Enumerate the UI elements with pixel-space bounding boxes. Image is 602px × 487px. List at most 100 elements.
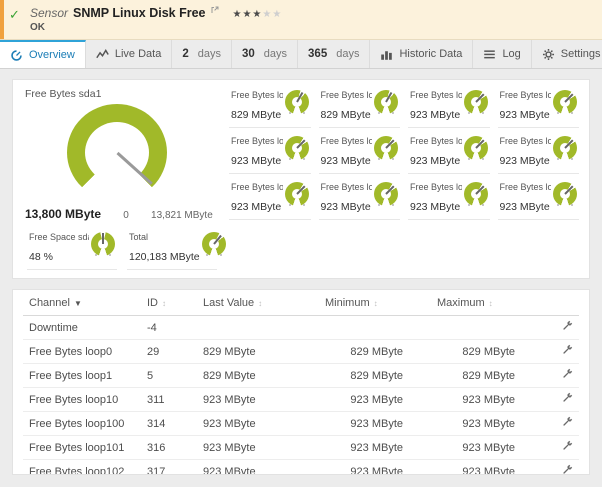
- channel-gauge-value: 923 MByte: [499, 201, 550, 213]
- channel-name: Free Bytes loop1: [23, 363, 141, 388]
- tab-historic-data[interactable]: Historic Data: [370, 40, 474, 68]
- last-value: 923 MByte: [197, 459, 319, 474]
- channel-name: Free Bytes loop0: [23, 339, 141, 364]
- column-header-channel[interactable]: Channel ▼: [23, 290, 141, 316]
- channel-gauge-dial: [463, 182, 488, 206]
- channel-settings-icon[interactable]: [561, 464, 573, 474]
- channel-table-panel: Channel ▼ ID ↕ Last Value ↕ Minimum ↕ Maximum ↕ D…: [12, 289, 590, 475]
- channel-gauge-value: 829 MByte: [320, 109, 371, 121]
- channel-gauge-dial: [374, 182, 398, 206]
- channel-gauges-grid: Free Bytes loop0829 MByteFree Bytes loop…: [229, 88, 579, 270]
- minimum-value: 923 MByte: [319, 387, 431, 412]
- channel-settings-icon[interactable]: [561, 368, 573, 380]
- channel-settings-icon[interactable]: [561, 392, 573, 404]
- column-header-label: Maximum: [437, 297, 485, 309]
- maximum-value: 829 MByte: [431, 339, 543, 364]
- tab-label-suffix: days: [263, 48, 288, 60]
- last-value: 923 MByte: [197, 411, 319, 436]
- tab-label-number: 2: [182, 48, 189, 60]
- title-block: Sensor SNMP Linux Disk Free ★★★★★ OK: [30, 6, 592, 33]
- tab-log[interactable]: Log: [473, 40, 532, 68]
- channel-gauge-value: 923 MByte: [499, 155, 550, 167]
- channel-gauge-label: Free Bytes loop11: [410, 136, 462, 146]
- tab-label-number: 30: [241, 48, 255, 60]
- last-value: 829 MByte: [197, 363, 319, 388]
- channel-gauge-label: Free Space sda1: [29, 232, 89, 242]
- channel-gauge-label: Free Bytes loop100: [499, 90, 552, 100]
- column-header-minimum[interactable]: Minimum ↕: [319, 290, 431, 316]
- channel-gauge-cell: Free Bytes loop101 923 MByte: [229, 134, 311, 174]
- channel-id: 314: [141, 411, 197, 436]
- channel-gauge-dial: [201, 232, 226, 256]
- last-value: [197, 315, 319, 340]
- channel-gauge-cell: Free Bytes loop1 829 MByte: [318, 88, 400, 128]
- maximum-value: 923 MByte: [431, 411, 543, 436]
- minimum-value: 923 MByte: [319, 435, 431, 460]
- minimum-value: 923 MByte: [319, 459, 431, 474]
- last-value: 923 MByte: [197, 387, 319, 412]
- sort-active-icon: ▼: [73, 299, 82, 308]
- tab-label: Settings: [560, 48, 601, 60]
- tab-2-days[interactable]: 2 days: [172, 40, 232, 68]
- table-row: Free Bytes loop100 314 923 MByte 923 MByte 9…: [23, 411, 579, 436]
- row-tools-cell: [543, 363, 579, 388]
- table-row: Free Bytes loop102 317 923 MByte 923 MByte 9…: [23, 459, 579, 474]
- prtg-sensor-page: ✓ Sensor SNMP Linux Disk Free ★★★★★ OK O…: [0, 0, 602, 487]
- column-header-label: ID: [147, 297, 158, 309]
- channel-gauge-dial: [284, 90, 309, 114]
- main-gauge-scale-min: 0: [123, 210, 129, 221]
- main-gauge-dial: [67, 104, 167, 201]
- summary-gauges-row: Free Space sda1 48 % Total 120,183 MByte: [27, 230, 226, 270]
- sensor-header: ✓ Sensor SNMP Linux Disk Free ★★★★★ OK: [0, 0, 602, 40]
- row-tools-cell: [543, 459, 579, 474]
- channel-gauge-cell: Free Bytes loop14 923 MByte: [318, 180, 400, 220]
- channel-settings-icon[interactable]: [561, 440, 573, 452]
- sensor-type-link-icon[interactable]: [211, 5, 219, 17]
- status-accent-bar: [0, 0, 4, 39]
- object-kind-label: Sensor: [30, 6, 69, 20]
- channel-gauge-label: Free Bytes loop14: [320, 182, 373, 192]
- tab-bar: Overview Live Data 2 days 30 days 365 days Histo…: [0, 40, 602, 69]
- channel-gauge-dial: [374, 136, 398, 160]
- tab-overview[interactable]: Overview: [0, 40, 86, 68]
- channel-gauge-value: 120,183 MByte: [129, 251, 200, 263]
- log-tab-icon: [483, 48, 496, 61]
- sort-idle-icon: ↕: [258, 299, 263, 308]
- channel-gauge-value: 923 MByte: [410, 109, 461, 121]
- channel-table: Channel ▼ ID ↕ Last Value ↕ Minimum ↕ Maximum ↕ D…: [23, 290, 579, 474]
- sort-idle-icon: ↕: [162, 299, 166, 308]
- column-header-id[interactable]: ID ↕: [141, 290, 197, 316]
- minimum-value: 829 MByte: [319, 339, 431, 364]
- tab-label: Historic Data: [399, 48, 463, 60]
- channel-name: Free Bytes loop102: [23, 459, 141, 474]
- tab-live-data[interactable]: Live Data: [86, 40, 173, 68]
- channel-gauge-dial: [284, 182, 309, 206]
- channel-gauge-value: 48 %: [29, 251, 53, 263]
- tab-settings[interactable]: Settings: [532, 40, 602, 68]
- minimum-value: [319, 315, 431, 340]
- channel-settings-icon[interactable]: [561, 320, 573, 332]
- column-header-label: Channel: [29, 297, 70, 309]
- tab-365-days[interactable]: 365 days: [298, 40, 371, 68]
- channel-gauge-dial: [374, 90, 398, 114]
- channel-settings-icon[interactable]: [561, 344, 573, 356]
- stars-filled: ★★★: [232, 9, 263, 20]
- column-header-maximum[interactable]: Maximum ↕: [431, 290, 543, 316]
- row-tools-cell: [543, 315, 579, 340]
- tab-30-days[interactable]: 30 days: [232, 40, 299, 68]
- channel-gauge-cell: Free Bytes loop13 923 MByte: [229, 180, 311, 220]
- priority-stars[interactable]: ★★★★★: [232, 9, 282, 20]
- table-header-row: Channel ▼ ID ↕ Last Value ↕ Minimum ↕ Maximum ↕: [23, 290, 579, 316]
- maximum-value: 923 MByte: [431, 459, 543, 474]
- channel-settings-icon[interactable]: [561, 416, 573, 428]
- channel-gauge-cell: Free Bytes loop16 923 MByte: [497, 180, 579, 220]
- channel-gauge-cell: Free Bytes loop100 923 MByte: [497, 88, 579, 128]
- channel-gauge-value: 923 MByte: [320, 155, 371, 167]
- channel-gauge-dial: [91, 232, 115, 256]
- column-header-last-value[interactable]: Last Value ↕: [197, 290, 319, 316]
- channel-gauge-dial: [553, 136, 577, 160]
- table-row: Free Bytes loop1 5 829 MByte 829 MByte 829 M…: [23, 363, 579, 388]
- channel-gauge-cell: Free Bytes loop10 923 MByte: [408, 88, 490, 128]
- channel-gauge-dial: [553, 90, 577, 114]
- page-title: SNMP Linux Disk Free: [73, 6, 206, 20]
